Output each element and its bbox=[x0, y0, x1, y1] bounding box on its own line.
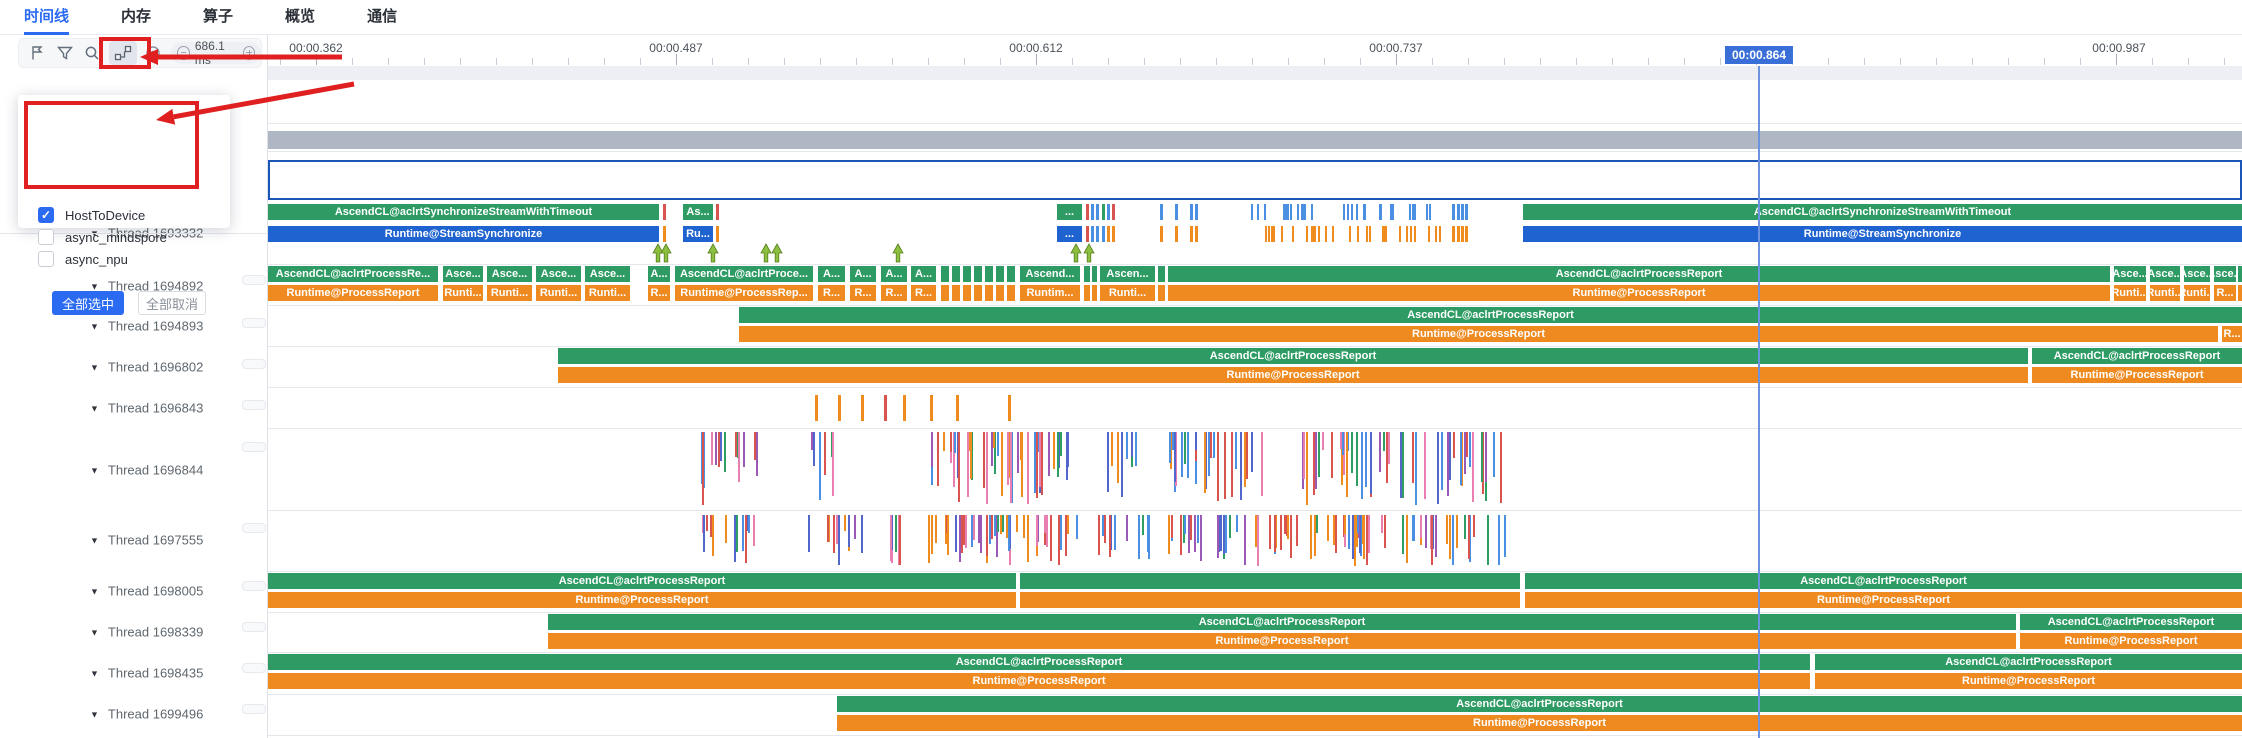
checkbox-checked-icon[interactable]: ✓ bbox=[38, 207, 54, 223]
filter-label: HostToDevice bbox=[65, 208, 145, 223]
checkbox-unchecked-icon[interactable] bbox=[38, 229, 54, 245]
deselect-all-button[interactable]: 全部取消 bbox=[138, 291, 206, 315]
profiler-window: 时间线 内存 算子 概览 通信 中 A ? 686.1 ms bbox=[0, 0, 2242, 738]
filter-item-async-mindspore[interactable]: async_mindspore bbox=[38, 227, 167, 247]
checkbox-unchecked-icon[interactable] bbox=[38, 251, 54, 267]
event-filter-popup: ✓ HostToDevice async_mindspore async_npu… bbox=[18, 95, 230, 228]
tab-timeline[interactable]: 时间线 bbox=[24, 0, 69, 34]
cursor-line[interactable] bbox=[1758, 66, 1760, 738]
select-all-button[interactable]: 全部选中 bbox=[52, 291, 124, 315]
top-nav: 时间线 内存 算子 概览 通信 bbox=[0, 0, 2242, 35]
filter-item-hosttodevice[interactable]: ✓ HostToDevice bbox=[38, 205, 145, 225]
tab-operator[interactable]: 算子 bbox=[203, 0, 233, 34]
filter-item-async-npu[interactable]: async_npu bbox=[38, 249, 128, 269]
filter-label: async_mindspore bbox=[65, 230, 167, 245]
tab-overview[interactable]: 概览 bbox=[285, 0, 315, 34]
tab-communication[interactable]: 通信 bbox=[367, 0, 397, 34]
tab-memory[interactable]: 内存 bbox=[121, 0, 151, 34]
filter-label: async_npu bbox=[65, 252, 128, 267]
flow-arrows bbox=[0, 0, 2242, 738]
